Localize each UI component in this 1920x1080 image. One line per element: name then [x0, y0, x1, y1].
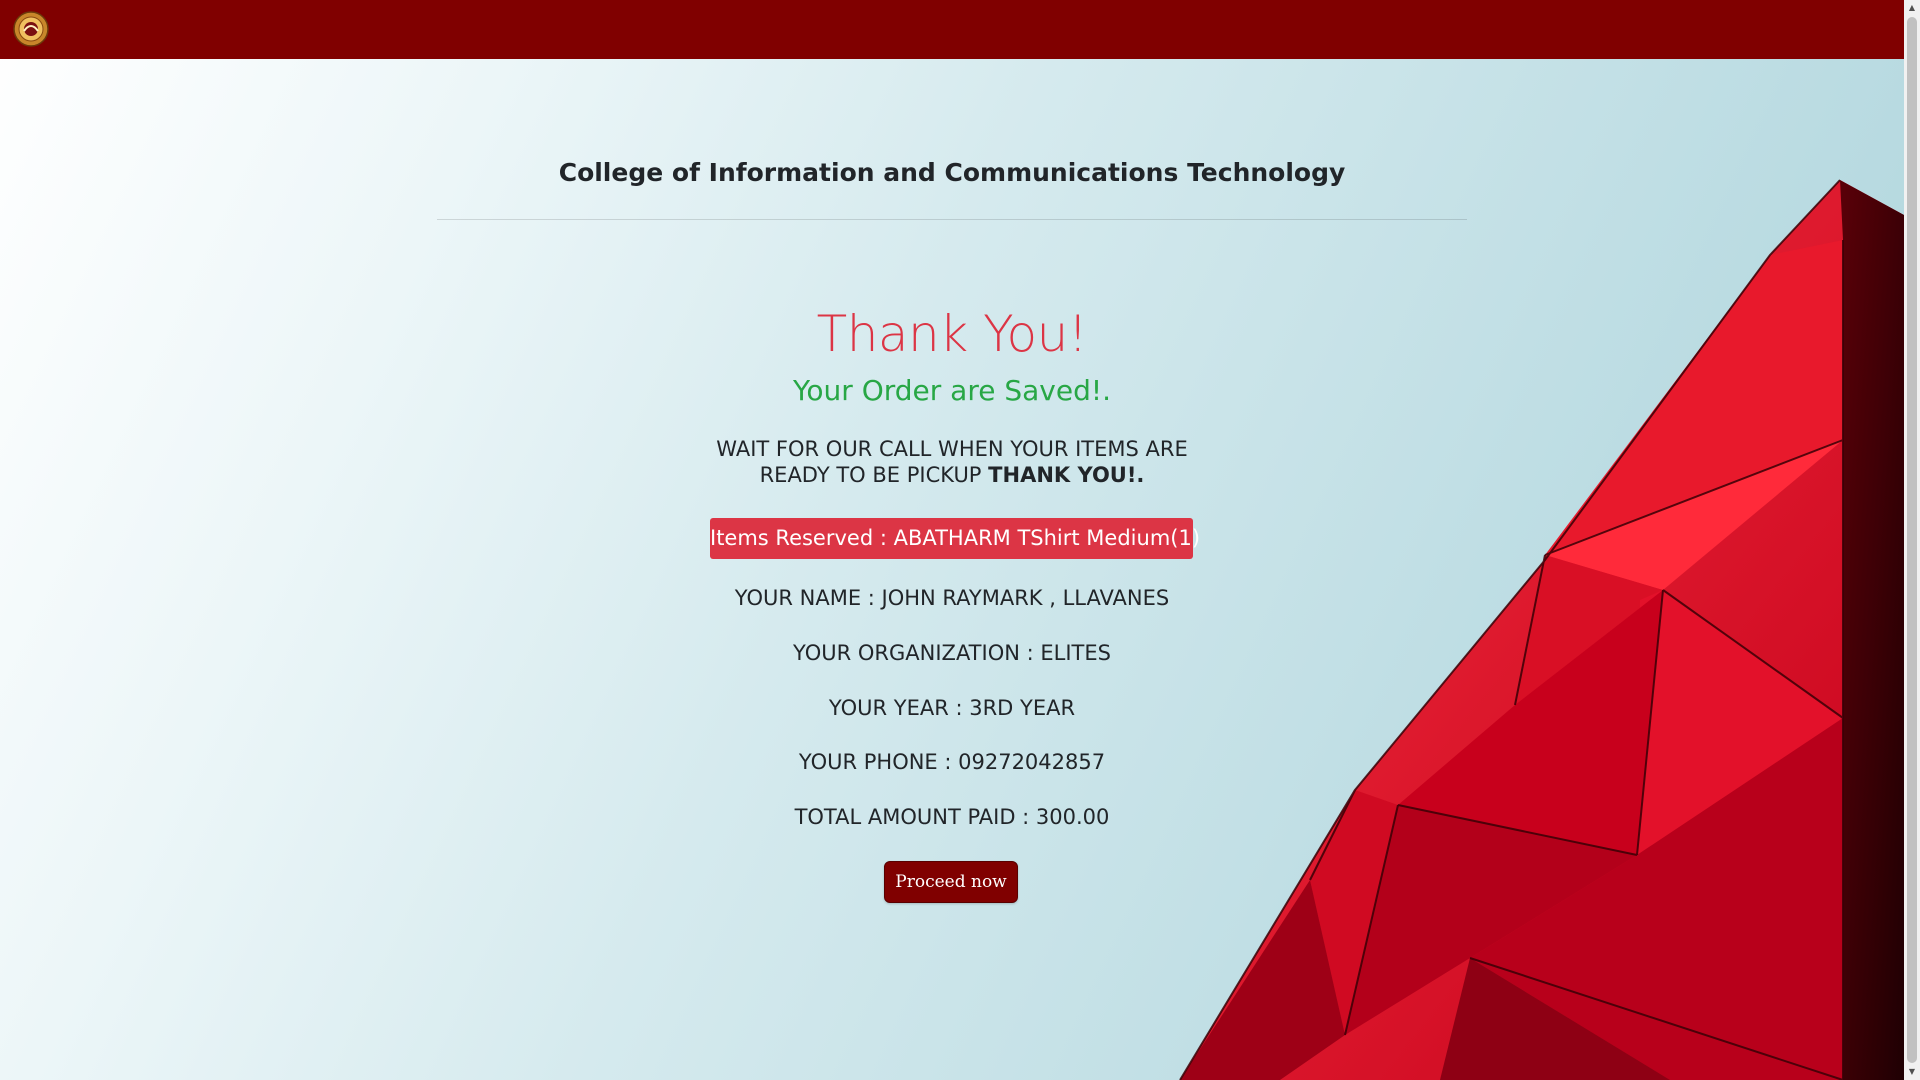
- customer-year: YOUR YEAR : 3RD YEAR: [828, 696, 1076, 720]
- college-seal-logo-icon[interactable]: [13, 11, 49, 47]
- scrollbar-thumb[interactable]: [1907, 17, 1917, 1063]
- scroll-up-arrow-icon[interactable]: ▲: [1904, 0, 1920, 16]
- thank-you-heading: Thank You!: [816, 305, 1088, 363]
- page-viewport: College of Information and Communication…: [0, 0, 1904, 1080]
- order-saved-subheading: Your Order are Saved!.: [793, 374, 1111, 407]
- page-title: College of Information and Communication…: [558, 158, 1346, 187]
- items-reserved-badge: Items Reserved : ABATHARM TShirt Medium(…: [710, 518, 1200, 559]
- scroll-down-arrow-icon[interactable]: ▼: [1904, 1064, 1920, 1080]
- pickup-message-line2-text: READY TO BE PICKUP: [759, 463, 982, 487]
- top-navbar: [0, 0, 1904, 59]
- pickup-message-line2: READY TO BE PICKUP THANK YOU!.: [0, 462, 1904, 488]
- customer-name: YOUR NAME : JOHN RAYMARK , LLAVANES: [734, 586, 1170, 610]
- pickup-message-emphasis: THANK YOU!.: [988, 463, 1145, 487]
- title-divider: [437, 219, 1467, 220]
- pickup-message-line1: WAIT FOR OUR CALL WHEN YOUR ITEMS ARE: [716, 437, 1188, 461]
- customer-organization: YOUR ORGANIZATION : ELITES: [793, 641, 1111, 665]
- customer-phone: YOUR PHONE : 09272042857: [798, 750, 1106, 774]
- confirmation-content: College of Information and Communication…: [0, 0, 1904, 1080]
- pickup-message: WAIT FOR OUR CALL WHEN YOUR ITEMS ARE RE…: [0, 436, 1904, 488]
- proceed-now-button[interactable]: Proceed now: [884, 861, 1018, 903]
- total-amount-paid: TOTAL AMOUNT PAID : 300.00: [794, 805, 1110, 829]
- vertical-scrollbar[interactable]: ▲ ▼: [1904, 0, 1920, 1080]
